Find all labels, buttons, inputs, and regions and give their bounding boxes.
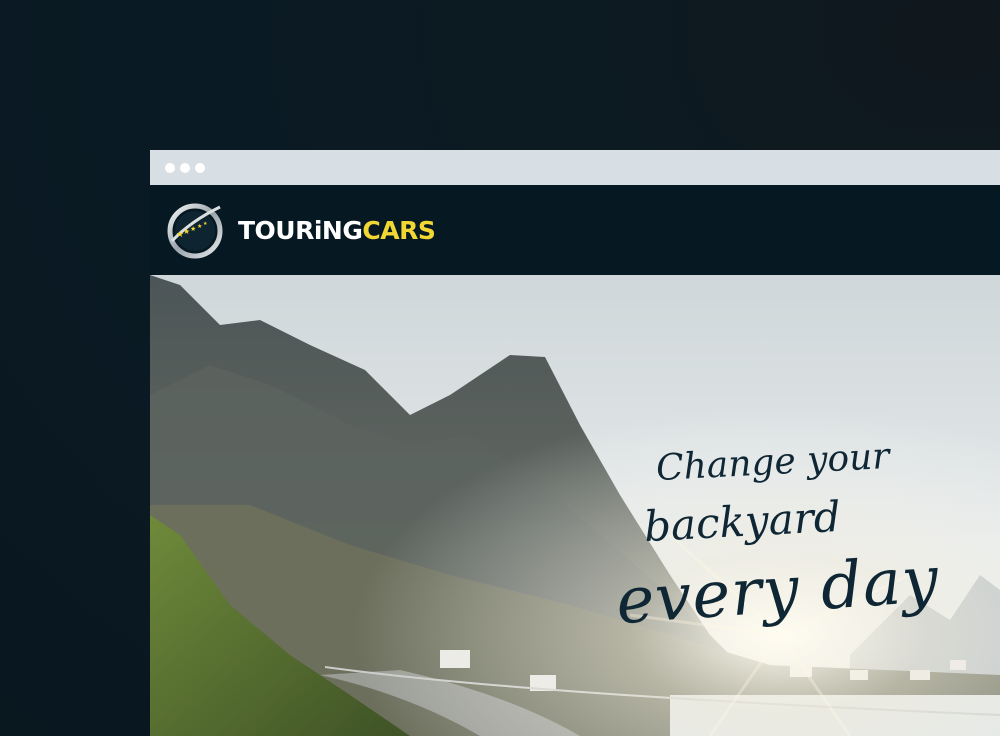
brand-name-part1: TOURiNG — [238, 215, 363, 245]
mountain-road-photo — [150, 275, 1000, 736]
brand-wordmark[interactable]: TOURiNGCARS — [238, 215, 436, 245]
browser-titlebar — [150, 150, 1000, 185]
window-control-dot[interactable] — [180, 162, 190, 173]
svg-text:★: ★ — [197, 223, 202, 230]
svg-text:★: ★ — [203, 221, 208, 227]
browser-window: ★ ★ ★ ★ ★ TOURiNGCARS Change your backya… — [150, 150, 1000, 736]
hero-banner: Change your backyard every day — [150, 275, 1000, 736]
hero-tagline-line2: backyard — [642, 491, 842, 552]
svg-text:★: ★ — [190, 225, 196, 233]
brand-name-part2: CARS — [362, 215, 436, 245]
globe-stars-icon[interactable]: ★ ★ ★ ★ ★ — [166, 201, 224, 259]
window-control-dot[interactable] — [195, 162, 205, 173]
window-control-dot[interactable] — [165, 162, 175, 173]
site-header: ★ ★ ★ ★ ★ TOURiNGCARS — [150, 185, 1000, 275]
